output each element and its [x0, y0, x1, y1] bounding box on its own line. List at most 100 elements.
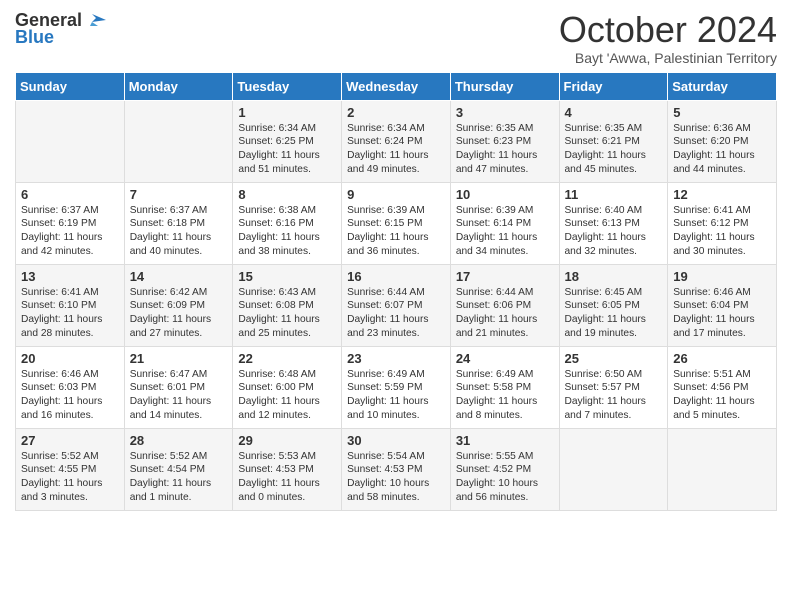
calendar-cell: 17 Sunrise: 6:44 AM Sunset: 6:06 PM Dayli…: [450, 264, 559, 346]
day-number: 9: [347, 187, 445, 202]
day-number: 20: [21, 351, 119, 366]
day-number: 31: [456, 433, 554, 448]
calendar-cell: 26 Sunrise: 5:51 AM Sunset: 4:56 PM Dayli…: [668, 346, 777, 428]
day-number: 14: [130, 269, 228, 284]
calendar-cell: 23 Sunrise: 6:49 AM Sunset: 5:59 PM Dayli…: [342, 346, 451, 428]
cell-info: Sunrise: 6:43 AM Sunset: 6:08 PM Dayligh…: [238, 286, 336, 341]
cell-info: Sunrise: 6:37 AM Sunset: 6:18 PM Dayligh…: [130, 204, 228, 259]
cell-info: Sunrise: 5:52 AM Sunset: 4:55 PM Dayligh…: [21, 450, 119, 505]
week-row-4: 20 Sunrise: 6:46 AM Sunset: 6:03 PM Dayli…: [16, 346, 777, 428]
cell-info: Sunrise: 6:35 AM Sunset: 6:21 PM Dayligh…: [565, 122, 663, 177]
week-row-3: 13 Sunrise: 6:41 AM Sunset: 6:10 PM Dayli…: [16, 264, 777, 346]
day-number: 24: [456, 351, 554, 366]
col-header-wednesday: Wednesday: [342, 72, 451, 100]
day-number: 2: [347, 105, 445, 120]
cell-info: Sunrise: 6:38 AM Sunset: 6:16 PM Dayligh…: [238, 204, 336, 259]
calendar-cell: 5 Sunrise: 6:36 AM Sunset: 6:20 PM Daylig…: [668, 100, 777, 182]
day-number: 29: [238, 433, 336, 448]
calendar-cell: 27 Sunrise: 5:52 AM Sunset: 4:55 PM Dayli…: [16, 428, 125, 510]
day-number: 7: [130, 187, 228, 202]
cell-info: Sunrise: 5:54 AM Sunset: 4:53 PM Dayligh…: [347, 450, 445, 505]
day-number: 23: [347, 351, 445, 366]
calendar-cell: 19 Sunrise: 6:46 AM Sunset: 6:04 PM Dayli…: [668, 264, 777, 346]
cell-info: Sunrise: 6:40 AM Sunset: 6:13 PM Dayligh…: [565, 204, 663, 259]
calendar-cell: [124, 100, 233, 182]
day-number: 22: [238, 351, 336, 366]
day-number: 27: [21, 433, 119, 448]
calendar-cell: 30 Sunrise: 5:54 AM Sunset: 4:53 PM Dayli…: [342, 428, 451, 510]
cell-info: Sunrise: 6:34 AM Sunset: 6:25 PM Dayligh…: [238, 122, 336, 177]
day-number: 16: [347, 269, 445, 284]
cell-info: Sunrise: 6:47 AM Sunset: 6:01 PM Dayligh…: [130, 368, 228, 423]
calendar-cell: 4Sunrise: 6:35 AM Sunset: 6:21 PM Daylig…: [559, 100, 668, 182]
cell-info: Sunrise: 6:49 AM Sunset: 5:58 PM Dayligh…: [456, 368, 554, 423]
calendar-cell: [16, 100, 125, 182]
calendar-cell: 20 Sunrise: 6:46 AM Sunset: 6:03 PM Dayli…: [16, 346, 125, 428]
week-row-5: 27 Sunrise: 5:52 AM Sunset: 4:55 PM Dayli…: [16, 428, 777, 510]
calendar-cell: 7 Sunrise: 6:37 AM Sunset: 6:18 PM Daylig…: [124, 182, 233, 264]
calendar-cell: 22 Sunrise: 6:48 AM Sunset: 6:00 PM Dayli…: [233, 346, 342, 428]
calendar-cell: 1 Sunrise: 6:34 AM Sunset: 6:25 PM Daylig…: [233, 100, 342, 182]
page-header: General Blue October 2024 Bayt 'Awwa, Pa…: [15, 10, 777, 66]
cell-info: Sunrise: 5:53 AM Sunset: 4:53 PM Dayligh…: [238, 450, 336, 505]
calendar-cell: 13 Sunrise: 6:41 AM Sunset: 6:10 PM Dayli…: [16, 264, 125, 346]
calendar-cell: 15Sunrise: 6:43 AM Sunset: 6:08 PM Dayli…: [233, 264, 342, 346]
month-title: October 2024: [559, 10, 777, 50]
day-number: 19: [673, 269, 771, 284]
cell-info: Sunrise: 6:35 AM Sunset: 6:23 PM Dayligh…: [456, 122, 554, 177]
calendar-cell: 28 Sunrise: 5:52 AM Sunset: 4:54 PM Dayli…: [124, 428, 233, 510]
calendar-cell: 6 Sunrise: 6:37 AM Sunset: 6:19 PM Daylig…: [16, 182, 125, 264]
calendar-cell: 10 Sunrise: 6:39 AM Sunset: 6:14 PM Dayli…: [450, 182, 559, 264]
cell-info: Sunrise: 6:39 AM Sunset: 6:14 PM Dayligh…: [456, 204, 554, 259]
calendar-cell: 12Sunrise: 6:41 AM Sunset: 6:12 PM Dayli…: [668, 182, 777, 264]
calendar-cell: 24 Sunrise: 6:49 AM Sunset: 5:58 PM Dayli…: [450, 346, 559, 428]
calendar-table: SundayMondayTuesdayWednesdayThursdayFrid…: [15, 72, 777, 511]
cell-info: Sunrise: 6:46 AM Sunset: 6:04 PM Dayligh…: [673, 286, 771, 341]
calendar-cell: 31Sunrise: 5:55 AM Sunset: 4:52 PM Dayli…: [450, 428, 559, 510]
cell-info: Sunrise: 6:46 AM Sunset: 6:03 PM Dayligh…: [21, 368, 119, 423]
cell-info: Sunrise: 6:45 AM Sunset: 6:05 PM Dayligh…: [565, 286, 663, 341]
calendar-cell: 2 Sunrise: 6:34 AM Sunset: 6:24 PM Daylig…: [342, 100, 451, 182]
col-header-friday: Friday: [559, 72, 668, 100]
cell-info: Sunrise: 5:52 AM Sunset: 4:54 PM Dayligh…: [130, 450, 228, 505]
col-header-sunday: Sunday: [16, 72, 125, 100]
day-number: 13: [21, 269, 119, 284]
day-number: 30: [347, 433, 445, 448]
col-header-tuesday: Tuesday: [233, 72, 342, 100]
calendar-cell: 16Sunrise: 6:44 AM Sunset: 6:07 PM Dayli…: [342, 264, 451, 346]
col-header-saturday: Saturday: [668, 72, 777, 100]
cell-info: Sunrise: 6:37 AM Sunset: 6:19 PM Dayligh…: [21, 204, 119, 259]
title-block: October 2024 Bayt 'Awwa, Palestinian Ter…: [559, 10, 777, 66]
calendar-cell: 14Sunrise: 6:42 AM Sunset: 6:09 PM Dayli…: [124, 264, 233, 346]
day-number: 26: [673, 351, 771, 366]
day-number: 10: [456, 187, 554, 202]
cell-info: Sunrise: 6:36 AM Sunset: 6:20 PM Dayligh…: [673, 122, 771, 177]
logo-blue-text: Blue: [15, 27, 106, 48]
day-number: 6: [21, 187, 119, 202]
day-number: 18: [565, 269, 663, 284]
calendar-cell: 25Sunrise: 6:50 AM Sunset: 5:57 PM Dayli…: [559, 346, 668, 428]
col-header-thursday: Thursday: [450, 72, 559, 100]
calendar-cell: [559, 428, 668, 510]
day-number: 5: [673, 105, 771, 120]
week-row-2: 6 Sunrise: 6:37 AM Sunset: 6:19 PM Daylig…: [16, 182, 777, 264]
day-number: 17: [456, 269, 554, 284]
cell-info: Sunrise: 6:41 AM Sunset: 6:10 PM Dayligh…: [21, 286, 119, 341]
calendar-cell: 18 Sunrise: 6:45 AM Sunset: 6:05 PM Dayli…: [559, 264, 668, 346]
cell-info: Sunrise: 6:50 AM Sunset: 5:57 PM Dayligh…: [565, 368, 663, 423]
cell-info: Sunrise: 6:48 AM Sunset: 6:00 PM Dayligh…: [238, 368, 336, 423]
day-number: 11: [565, 187, 663, 202]
cell-info: Sunrise: 6:49 AM Sunset: 5:59 PM Dayligh…: [347, 368, 445, 423]
cell-info: Sunrise: 5:51 AM Sunset: 4:56 PM Dayligh…: [673, 368, 771, 423]
calendar-cell: 11 Sunrise: 6:40 AM Sunset: 6:13 PM Dayli…: [559, 182, 668, 264]
week-row-1: 1 Sunrise: 6:34 AM Sunset: 6:25 PM Daylig…: [16, 100, 777, 182]
day-number: 1: [238, 105, 336, 120]
logo: General Blue: [15, 10, 106, 48]
day-number: 28: [130, 433, 228, 448]
calendar-cell: 29 Sunrise: 5:53 AM Sunset: 4:53 PM Dayli…: [233, 428, 342, 510]
calendar-cell: 8Sunrise: 6:38 AM Sunset: 6:16 PM Daylig…: [233, 182, 342, 264]
cell-info: Sunrise: 6:44 AM Sunset: 6:06 PM Dayligh…: [456, 286, 554, 341]
calendar-cell: [668, 428, 777, 510]
cell-info: Sunrise: 6:34 AM Sunset: 6:24 PM Dayligh…: [347, 122, 445, 177]
calendar-cell: 9Sunrise: 6:39 AM Sunset: 6:15 PM Daylig…: [342, 182, 451, 264]
